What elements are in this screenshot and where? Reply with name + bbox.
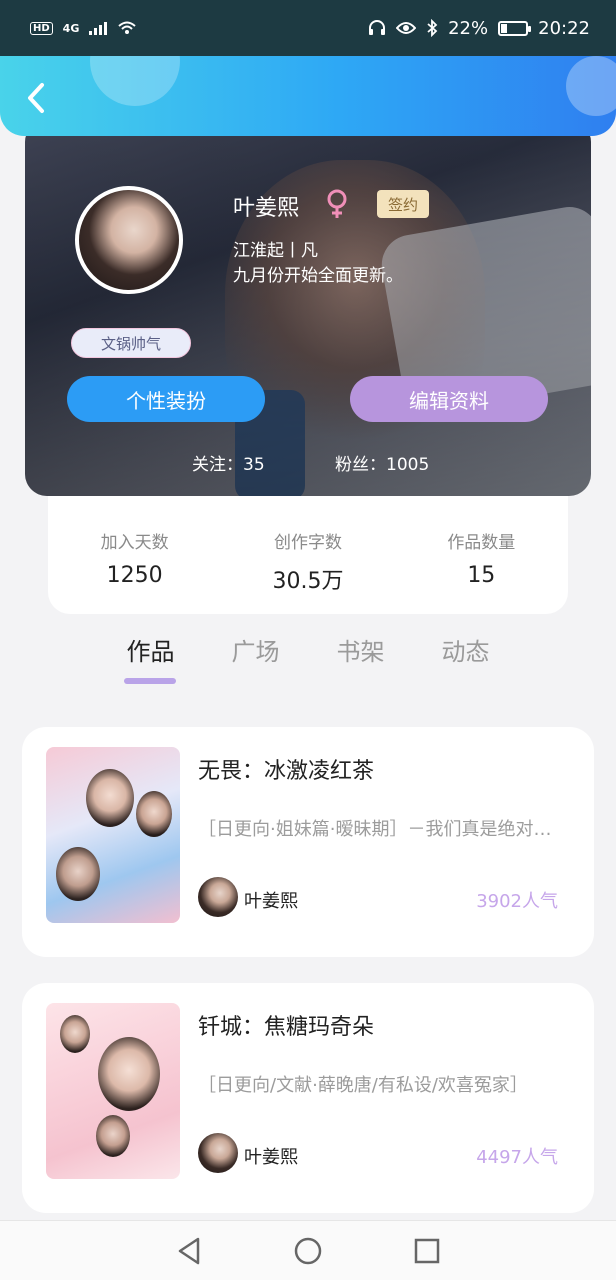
nav-recents-icon[interactable] (414, 1238, 440, 1264)
battery-icon (498, 20, 532, 36)
popularity-count: 3902人气 (476, 891, 558, 912)
tab-square[interactable]: 广场 (203, 632, 308, 684)
chevron-left-icon (28, 83, 44, 113)
headphones-icon (369, 20, 386, 35)
edit-profile-button[interactable]: 编辑资料 (350, 376, 548, 422)
work-description: ［日更向·姐妹篇·暧昧期］－我们真是绝对的适配 (198, 819, 568, 840)
hd-icon: HD (30, 21, 53, 35)
system-navigation-bar (0, 1220, 616, 1280)
battery-percent: 22% (448, 17, 489, 39)
status-left: HD 4G (30, 20, 137, 36)
tab-bookshelf[interactable]: 书架 (308, 632, 413, 684)
stat-label: 加入天数 (100, 533, 169, 553)
fans-count[interactable]: 粉丝：1005 (335, 450, 429, 475)
tab-works[interactable]: 作品 (98, 632, 203, 684)
nav-home-icon[interactable] (294, 1237, 322, 1265)
clock: 20:22 (538, 17, 590, 39)
signed-badge: 签约 (377, 190, 429, 218)
stats-card: 加入天数 1250 创作字数 30.5万 作品数量 15 (48, 496, 568, 614)
work-card[interactable]: 无畏：冰激凌红茶 ［日更向·姐妹篇·暧昧期］－我们真是绝对的适配 叶姜熙 390… (22, 727, 594, 957)
network-type: 4G (62, 21, 80, 35)
user-subtitle: 江淮起丨凡 (233, 241, 318, 261)
user-tag-badge[interactable]: 文锅帅气 (71, 328, 191, 358)
signal-icon (89, 21, 108, 35)
stat-value: 30.5万 (272, 569, 344, 594)
avatar[interactable] (75, 186, 183, 294)
nav-back-icon[interactable] (176, 1237, 202, 1265)
popularity-count: 4497人气 (476, 1147, 558, 1168)
stat-works-count: 作品数量 15 (406, 528, 556, 614)
stat-join-days: 加入天数 1250 (60, 528, 210, 614)
content-tabs: 作品 广场 书架 动态 (98, 632, 518, 684)
tab-moments[interactable]: 动态 (413, 632, 518, 684)
work-title[interactable]: 钎城：焦糖玛奇朵 (198, 1009, 374, 1041)
stat-label: 创作字数 (273, 533, 342, 553)
work-cover-image[interactable] (46, 1003, 180, 1179)
work-card[interactable]: 钎城：焦糖玛奇朵 ［日更向/文献·薛晚唐/有私设/欢喜冤家］ 叶姜熙 4497人… (22, 983, 594, 1213)
work-cover-image[interactable] (46, 747, 180, 923)
status-right: 22% 20:22 (368, 18, 590, 39)
header-band (0, 56, 616, 136)
following-count[interactable]: 关注：35 (192, 450, 265, 475)
author-avatar[interactable] (198, 1133, 238, 1173)
female-icon (327, 189, 347, 218)
stat-value: 15 (467, 563, 496, 588)
status-bar: HD 4G 22% 20:22 (0, 0, 616, 56)
profile-hero: 文锅帅气 叶姜熙 签约 江淮起丨凡 九月份开始全面更新。 个性装扮 编辑资料 关… (25, 120, 591, 496)
work-description: ［日更向/文献·薛晚唐/有私设/欢喜冤家］ (198, 1075, 528, 1096)
back-button[interactable] (18, 80, 54, 116)
personalize-button[interactable]: 个性装扮 (67, 376, 265, 422)
wifi-icon (118, 21, 137, 34)
author-name[interactable]: 叶姜熙 (244, 887, 298, 913)
author-avatar[interactable] (198, 877, 238, 917)
stat-word-count: 创作字数 30.5万 (233, 528, 383, 614)
user-signature: 九月份开始全面更新。 (233, 266, 403, 286)
work-title[interactable]: 无畏：冰激凌红茶 (198, 753, 374, 785)
stat-label: 作品数量 (447, 533, 516, 553)
bluetooth-icon (427, 19, 438, 37)
user-name: 叶姜熙 (233, 196, 300, 221)
eye-icon (396, 22, 417, 34)
stat-value: 1250 (106, 563, 163, 588)
author-name[interactable]: 叶姜熙 (244, 1143, 298, 1169)
